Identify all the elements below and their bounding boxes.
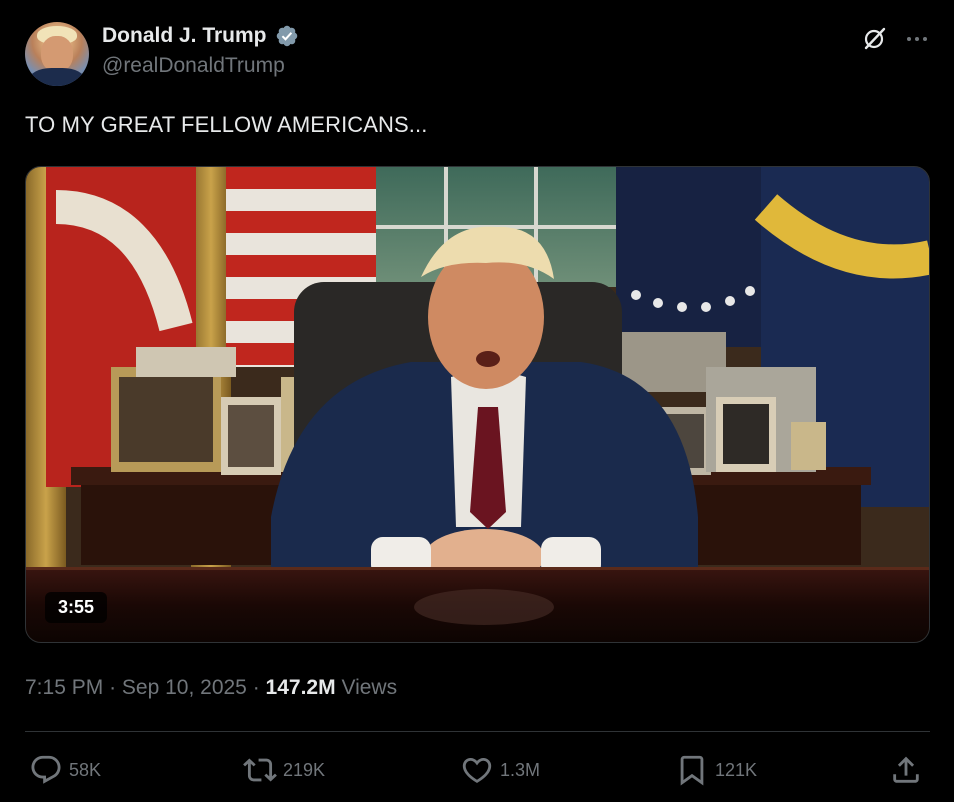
divider	[25, 731, 930, 732]
share-button[interactable]	[889, 748, 929, 792]
bookmark-button[interactable]: 121K	[675, 748, 757, 792]
avatar-face	[41, 36, 73, 72]
bookmark-icon	[680, 755, 704, 786]
repost-icon	[243, 758, 277, 782]
author-display-name[interactable]: Donald J. Trump	[102, 24, 267, 48]
reply-icon	[31, 755, 61, 784]
grok-icon[interactable]	[861, 26, 887, 52]
views-label: Views	[341, 676, 398, 699]
post-text: TO MY GREAT FELLOW AMERICANS...	[25, 112, 428, 137]
post-time[interactable]: 7:15 PM	[25, 676, 103, 699]
bookmark-count: 121K	[715, 760, 758, 780]
action-bar: 58K 219K 1.3M 121K	[25, 748, 930, 792]
meta-separator: ·	[109, 676, 117, 699]
avatar-suit	[29, 68, 85, 86]
like-count: 1.3M	[500, 760, 541, 780]
post-meta: 7:15 PM · Sep 10, 2025 · 147.2M Views	[25, 676, 397, 700]
like-button[interactable]: 1.3M	[460, 748, 540, 792]
heart-icon	[462, 757, 492, 783]
repost-count: 219K	[283, 760, 326, 780]
author-handle[interactable]: @realDonaldTrump	[102, 54, 299, 78]
reply-count: 58K	[69, 760, 102, 780]
meta-separator: ·	[252, 676, 260, 699]
post-header: Donald J. Trump @realDonaldTrump	[25, 22, 930, 86]
video-player[interactable]: 3:55	[25, 166, 930, 643]
views-count: 147.2M	[265, 676, 336, 699]
video-duration: 3:55	[45, 592, 108, 623]
avatar[interactable]	[25, 22, 89, 86]
share-icon	[893, 756, 919, 783]
more-icon[interactable]	[904, 26, 930, 52]
video-thumbnail	[26, 167, 929, 642]
verified-badge-icon	[276, 25, 298, 47]
post-date[interactable]: Sep 10, 2025	[122, 676, 247, 699]
repost-button[interactable]: 219K	[243, 748, 325, 792]
reply-button[interactable]: 58K	[29, 748, 101, 792]
author-block: Donald J. Trump @realDonaldTrump	[102, 24, 299, 78]
